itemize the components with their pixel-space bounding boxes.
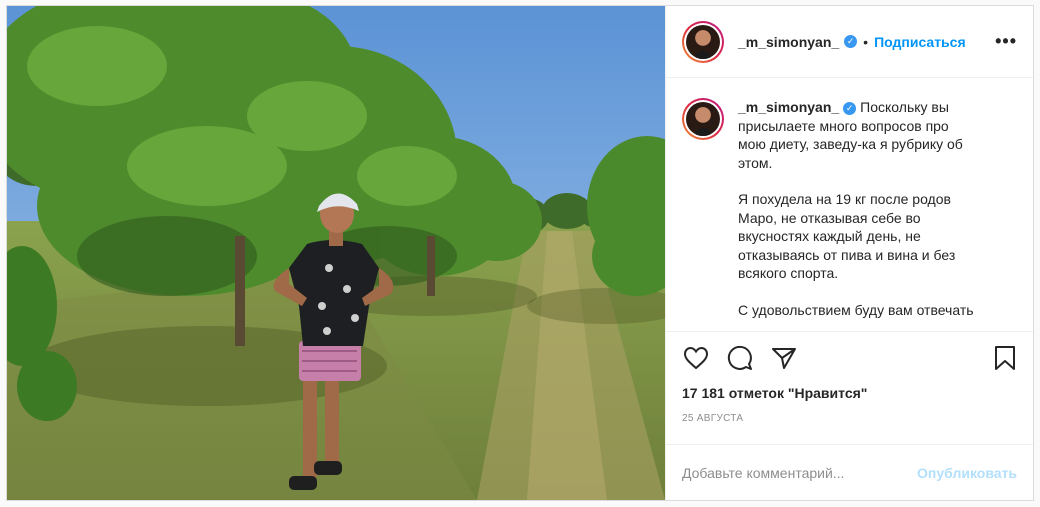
more-options-icon[interactable]: ••• bbox=[995, 31, 1017, 52]
follow-button[interactable]: Подписаться bbox=[874, 34, 966, 50]
post-caption: _m_simonyan_ ✓ Поскольку вы присылаете мно… bbox=[738, 98, 978, 331]
avatar-image bbox=[686, 102, 720, 136]
share-icon[interactable] bbox=[768, 342, 800, 374]
avatar-image bbox=[686, 24, 720, 59]
action-bar bbox=[666, 331, 1033, 383]
author-username[interactable]: _m_simonyan_ bbox=[738, 34, 839, 50]
publish-button[interactable]: Опубликовать bbox=[917, 465, 1017, 481]
post-date[interactable]: 25 августа bbox=[666, 413, 1033, 424]
caption-text-3: С удовольствием буду вам отвечать bbox=[738, 301, 974, 318]
post-image bbox=[7, 6, 665, 500]
avatar[interactable] bbox=[682, 20, 724, 63]
caption-avatar[interactable] bbox=[682, 98, 724, 140]
likes-count[interactable]: 17 181 отметок "Нравится" bbox=[666, 385, 1033, 401]
caption-text-2: Я похудела на 19 кг после родов Маро, не… bbox=[738, 191, 956, 281]
verified-icon: ✓ bbox=[843, 102, 857, 115]
add-comment-section: Опубликовать bbox=[666, 444, 1033, 500]
post-photo[interactable] bbox=[7, 6, 665, 500]
heart-icon[interactable] bbox=[680, 342, 712, 374]
post-container: _m_simonyan_ ✓ • Подписаться ••• _m_simo… bbox=[6, 5, 1034, 501]
verified-icon: ✓ bbox=[844, 35, 858, 48]
comments-area[interactable]: _m_simonyan_ ✓ Поскольку вы присылаете мно… bbox=[666, 78, 1033, 331]
post-header: _m_simonyan_ ✓ • Подписаться ••• bbox=[666, 6, 1033, 78]
bookmark-icon[interactable] bbox=[989, 342, 1021, 374]
separator-dot: • bbox=[863, 33, 869, 50]
caption-username[interactable]: _m_simonyan_ bbox=[738, 99, 839, 115]
comment-icon[interactable] bbox=[724, 342, 756, 374]
comment-input[interactable] bbox=[682, 464, 918, 481]
post-sidebar: _m_simonyan_ ✓ • Подписаться ••• _m_simo… bbox=[665, 6, 1033, 500]
